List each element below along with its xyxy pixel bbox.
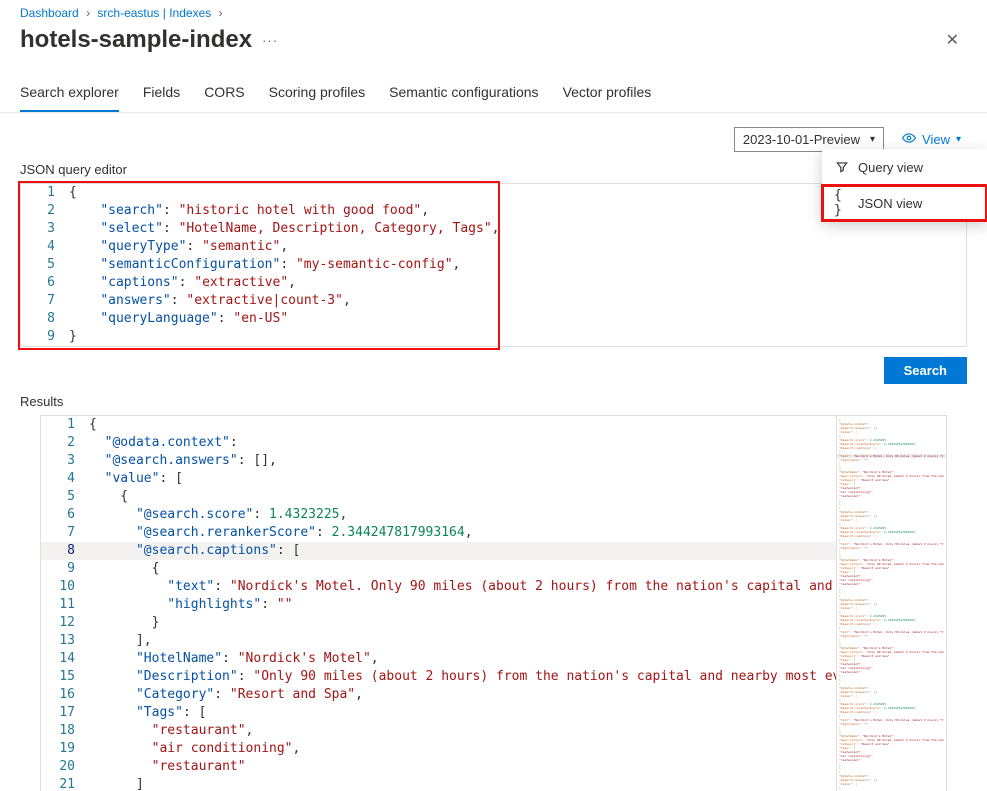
search-button[interactable]: Search [884,357,967,384]
breadcrumb: Dashboard › srch-eastus | Indexes › [0,0,987,20]
filter-icon [834,159,850,175]
tab-semantic-configurations[interactable]: Semantic configurations [389,78,538,112]
view-button-label: View [922,132,950,147]
braces-icon: { } [834,195,850,211]
eye-icon [902,131,916,148]
results-editor[interactable]: 1{2 "@odata.context":3 "@search.answers"… [40,415,947,791]
tab-vector-profiles[interactable]: Vector profiles [563,78,652,112]
api-version-value: 2023-10-01-Preview [743,132,860,147]
breadcrumb-dashboard[interactable]: Dashboard [20,6,79,20]
view-menu-query-view[interactable]: Query view [822,149,987,185]
more-actions-button[interactable]: ··· [262,33,278,48]
tab-scoring-profiles[interactable]: Scoring profiles [269,78,366,112]
tab-search-explorer[interactable]: Search explorer [20,78,119,112]
chevron-right-icon: › [86,6,90,20]
results-wrap: 1{2 "@odata.context":3 "@search.answers"… [20,415,967,791]
page-title: hotels-sample-index [20,26,252,54]
tab-cors[interactable]: CORS [204,78,244,112]
tab-fields[interactable]: Fields [143,78,180,112]
chevron-down-icon: ▾ [870,134,875,145]
view-menu-query-label: Query view [858,160,923,175]
view-menu: Query view { } JSON view [822,149,987,221]
close-button[interactable]: ✕ [938,26,967,54]
chevron-right-icon: › [219,6,223,20]
tabs: Search explorer Fields CORS Scoring profile… [0,78,987,112]
minimap[interactable]: { "@odata.context": "@search.answers": [… [836,416,946,791]
highlight-box [18,181,500,350]
controls-row: 2023-10-01-Preview ▾ View ▾ Query view {… [0,113,987,160]
results-label: Results [0,392,987,415]
title-bar: hotels-sample-index ··· ✕ [0,20,987,64]
chevron-down-icon: ▾ [956,134,961,145]
view-menu-json-view[interactable]: { } JSON view [822,185,987,221]
view-menu-json-label: JSON view [858,196,922,211]
search-row: Search [0,347,987,392]
breadcrumb-indexes[interactable]: srch-eastus | Indexes [97,6,211,20]
